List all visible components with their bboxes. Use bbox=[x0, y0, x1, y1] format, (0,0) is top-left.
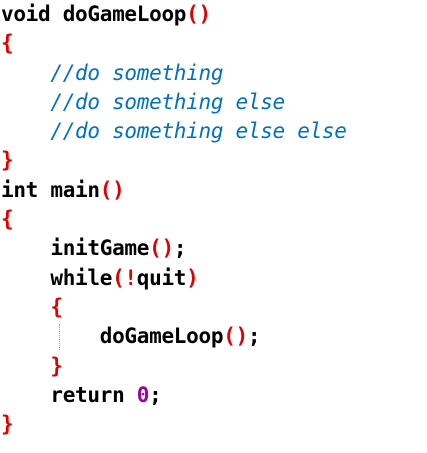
identifier-token: main bbox=[38, 177, 100, 202]
code-line: while(!quit) bbox=[1, 264, 427, 293]
code-line: int main() bbox=[1, 176, 427, 205]
close-brace-token: } bbox=[50, 353, 63, 378]
punctuation-token: () bbox=[223, 324, 248, 349]
open-brace-token: { bbox=[1, 31, 14, 56]
code-line: { bbox=[1, 293, 427, 322]
comment-token: //do something else bbox=[50, 89, 285, 114]
semicolon-token: ; bbox=[149, 382, 162, 407]
code-line: //do something else else bbox=[1, 117, 427, 146]
keyword-token: void bbox=[1, 2, 51, 26]
comment-token: //do something else else bbox=[50, 119, 347, 144]
keyword-token: return bbox=[50, 382, 125, 407]
code-line: } bbox=[1, 146, 427, 175]
punctuation-token: () bbox=[186, 2, 211, 26]
code-line: { bbox=[1, 205, 427, 234]
keyword-token: while bbox=[50, 265, 113, 290]
code-line: } bbox=[1, 352, 427, 381]
identifier-token: doGameLoop bbox=[99, 324, 224, 349]
comment-token: //do something bbox=[50, 60, 224, 85]
code-editor[interactable]: void doGameLoop(){ //do something //do s… bbox=[0, 0, 427, 453]
code-line: return 0; bbox=[1, 381, 427, 410]
close-brace-token: } bbox=[1, 148, 14, 173]
open-brace-token: { bbox=[1, 207, 14, 232]
code-line: //do something else bbox=[1, 88, 427, 117]
punctuation-token: () bbox=[99, 177, 125, 202]
code-line: doGameLoop(); bbox=[1, 322, 427, 351]
punctuation-token: () bbox=[149, 236, 174, 261]
open-brace-token: { bbox=[50, 294, 63, 319]
identifier-token: doGameLoop bbox=[50, 2, 187, 26]
semicolon-token: ; bbox=[173, 236, 187, 261]
code-line: //do something bbox=[1, 59, 427, 88]
punctuation-token: (! bbox=[112, 265, 137, 290]
keyword-token: int bbox=[1, 177, 39, 202]
identifier-token: quit bbox=[136, 265, 187, 290]
indent-guide bbox=[59, 324, 60, 351]
semicolon-token: ; bbox=[247, 324, 261, 349]
close-brace-token: } bbox=[1, 412, 14, 437]
code-line: initGame(); bbox=[1, 234, 427, 263]
code-line: { bbox=[1, 29, 427, 58]
code-line: } bbox=[1, 410, 427, 439]
punctuation-token: ) bbox=[186, 265, 199, 290]
code-line: void doGameLoop() bbox=[1, 0, 427, 29]
identifier-token: initGame bbox=[50, 236, 150, 261]
number-token: 0 bbox=[136, 382, 150, 407]
